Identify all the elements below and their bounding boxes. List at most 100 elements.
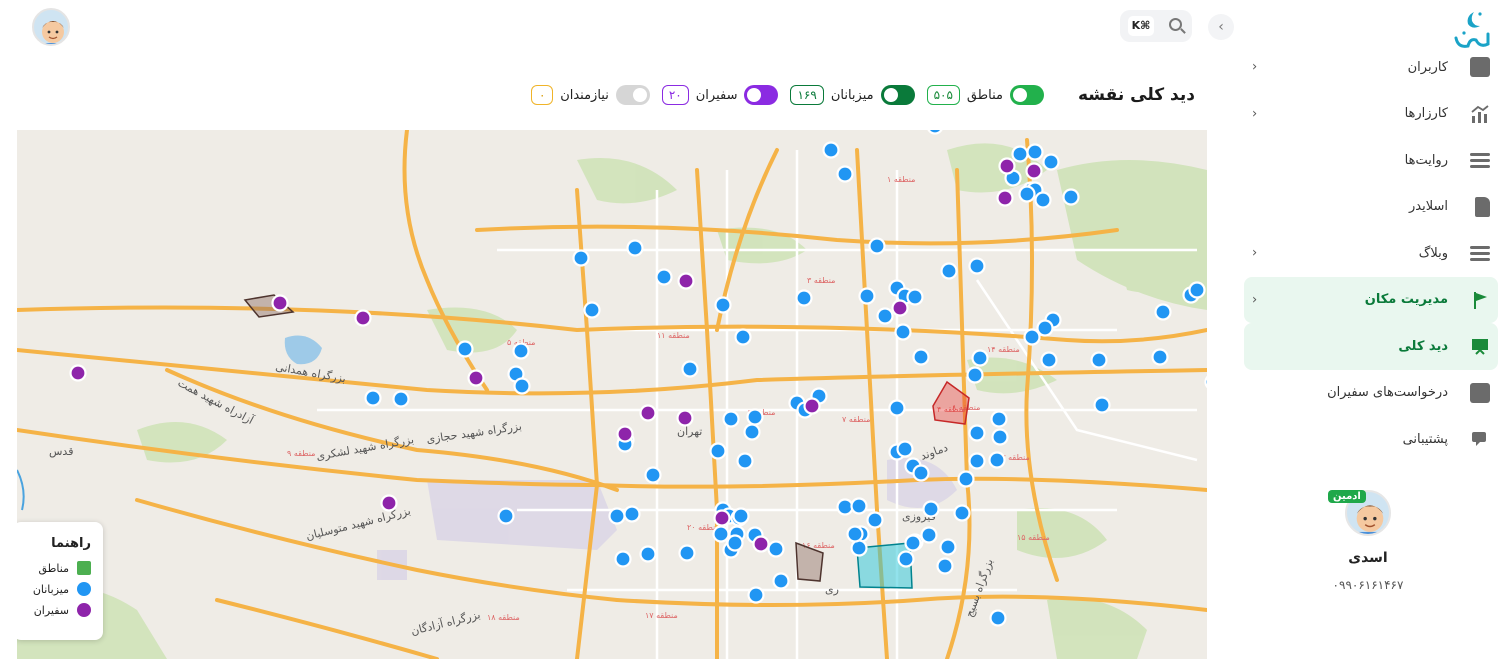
host-marker[interactable]: [912, 464, 930, 482]
host-marker[interactable]: [1154, 303, 1172, 321]
host-marker[interactable]: [989, 609, 1007, 627]
host-marker[interactable]: [1026, 143, 1044, 161]
host-marker[interactable]: [639, 545, 657, 563]
host-marker[interactable]: [1023, 328, 1041, 346]
host-marker[interactable]: [1034, 191, 1052, 209]
host-marker[interactable]: [868, 237, 886, 255]
host-marker[interactable]: [1011, 145, 1029, 163]
host-marker[interactable]: [767, 540, 785, 558]
host-marker[interactable]: [1018, 185, 1036, 203]
sidebar-item-campaigns[interactable]: کارزارها ›: [1244, 91, 1498, 138]
host-marker[interactable]: [991, 428, 1009, 446]
host-marker[interactable]: [734, 328, 752, 346]
ambassador-marker[interactable]: [271, 294, 289, 312]
host-marker[interactable]: [736, 452, 754, 470]
hosts-toggle[interactable]: [880, 85, 915, 105]
host-marker[interactable]: [906, 288, 924, 306]
host-marker[interactable]: [968, 257, 986, 275]
chevron-left-icon[interactable]: ‹: [1208, 14, 1234, 40]
layer-toggle-needy[interactable]: نیازمندان ۰: [531, 85, 650, 105]
ambassador-marker[interactable]: [354, 309, 372, 327]
sidebar-item-ambassador-requests[interactable]: درخواست‌های سفیران: [1244, 370, 1498, 417]
host-marker[interactable]: [968, 424, 986, 442]
ambassador-marker[interactable]: [803, 397, 821, 415]
host-marker[interactable]: [897, 550, 915, 568]
host-marker[interactable]: [1188, 281, 1206, 299]
ambassador-marker[interactable]: [996, 189, 1014, 207]
host-marker[interactable]: [1042, 153, 1060, 171]
host-marker[interactable]: [512, 342, 530, 360]
host-marker[interactable]: [456, 340, 474, 358]
host-marker[interactable]: [1204, 375, 1208, 390]
host-marker[interactable]: [1090, 351, 1108, 369]
layer-toggle-regions[interactable]: مناطق ۵۰۵: [926, 85, 1044, 105]
search-box[interactable]: K⌘: [1120, 10, 1192, 42]
sidebar-item-users[interactable]: کاربران ›: [1244, 44, 1498, 91]
needy-toggle[interactable]: [615, 85, 650, 105]
host-marker[interactable]: [364, 389, 382, 407]
host-marker[interactable]: [850, 539, 868, 557]
host-marker[interactable]: [920, 526, 938, 544]
host-marker[interactable]: [572, 249, 590, 267]
layer-toggle-hosts[interactable]: میزبانان ۱۶۹: [790, 85, 915, 105]
host-marker[interactable]: [988, 451, 1006, 469]
host-marker[interactable]: [678, 544, 696, 562]
host-marker[interactable]: [614, 550, 632, 568]
ambassador-marker[interactable]: [998, 157, 1016, 175]
host-marker[interactable]: [1062, 188, 1080, 206]
host-marker[interactable]: [795, 289, 813, 307]
host-marker[interactable]: [732, 507, 750, 525]
host-marker[interactable]: [927, 130, 943, 135]
host-marker[interactable]: [966, 366, 984, 384]
host-marker[interactable]: [957, 470, 975, 488]
host-marker[interactable]: [709, 442, 727, 460]
ambassador-marker[interactable]: [639, 404, 657, 422]
regions-toggle[interactable]: [1009, 85, 1044, 105]
host-marker[interactable]: [772, 572, 790, 590]
host-marker[interactable]: [714, 296, 732, 314]
user-avatar[interactable]: [32, 8, 70, 46]
host-marker[interactable]: [866, 511, 884, 529]
host-marker[interactable]: [939, 538, 957, 556]
sidebar-item-support[interactable]: پشتیبانی: [1244, 416, 1498, 463]
host-marker[interactable]: [922, 500, 940, 518]
layer-toggle-ambassadors[interactable]: سفیران ۲۰: [661, 85, 779, 105]
host-marker[interactable]: [846, 525, 864, 543]
ambassador-marker[interactable]: [616, 425, 634, 443]
host-marker[interactable]: [743, 423, 761, 441]
sidebar-item-location-management[interactable]: مدیریت مکان ›: [1244, 276, 1498, 323]
host-marker[interactable]: [392, 390, 410, 408]
host-marker[interactable]: [1151, 348, 1169, 366]
host-marker[interactable]: [608, 507, 626, 525]
ambassador-marker[interactable]: [891, 299, 909, 317]
host-marker[interactable]: [712, 525, 730, 543]
host-marker[interactable]: [936, 557, 954, 575]
ambassador-marker[interactable]: [467, 369, 485, 387]
host-marker[interactable]: [1093, 396, 1111, 414]
host-marker[interactable]: [1036, 319, 1054, 337]
map-canvas[interactable]: بزرگراه همدانی آزادراه شهید همت بزرگراه …: [17, 130, 1207, 659]
sidebar-item-slider[interactable]: اسلایدر: [1244, 184, 1498, 231]
ambassadors-toggle[interactable]: [744, 85, 779, 105]
host-marker[interactable]: [623, 505, 641, 523]
host-marker[interactable]: [836, 165, 854, 183]
host-marker[interactable]: [726, 534, 744, 552]
host-marker[interactable]: [971, 349, 989, 367]
host-marker[interactable]: [990, 410, 1008, 428]
host-marker[interactable]: [888, 399, 906, 417]
host-marker[interactable]: [836, 498, 854, 516]
host-marker[interactable]: [746, 408, 764, 426]
host-marker[interactable]: [626, 239, 644, 257]
ambassador-marker[interactable]: [713, 509, 731, 527]
sidebar-item-narratives[interactable]: روایت‌ها: [1244, 137, 1498, 184]
ambassador-marker[interactable]: [69, 364, 87, 382]
ambassador-marker[interactable]: [676, 409, 694, 427]
ambassador-marker[interactable]: [1025, 162, 1043, 180]
host-marker[interactable]: [655, 268, 673, 286]
ambassador-marker[interactable]: [677, 272, 695, 290]
host-marker[interactable]: [681, 360, 699, 378]
host-marker[interactable]: [940, 262, 958, 280]
host-marker[interactable]: [894, 323, 912, 341]
host-marker[interactable]: [513, 377, 531, 395]
city-map[interactable]: بزرگراه همدانی آزادراه شهید همت بزرگراه …: [17, 130, 1207, 659]
